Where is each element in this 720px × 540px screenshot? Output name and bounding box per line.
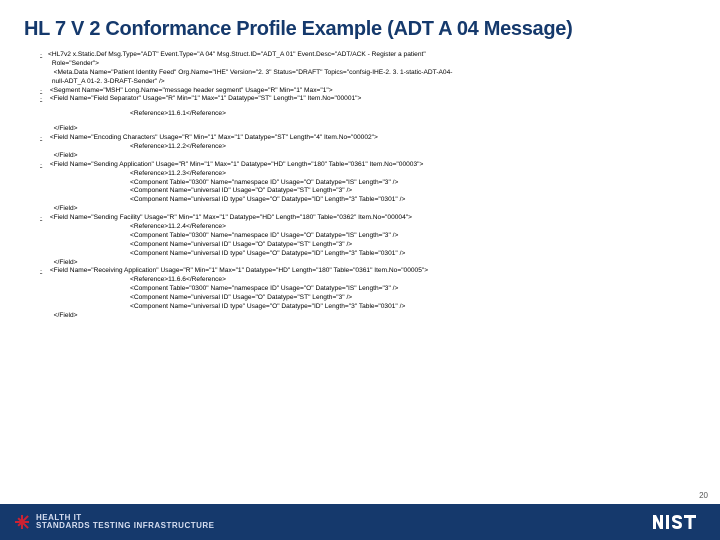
- xml-line: <Reference>11.2.4</Reference>: [40, 223, 690, 232]
- xml-line: <Component Name="universal ID" Usage="O"…: [40, 241, 690, 250]
- footer-text: HEALTH IT STANDARDS TESTING INFRASTRUCTU…: [36, 514, 215, 531]
- footer-bar: HEALTH IT STANDARDS TESTING INFRASTRUCTU…: [0, 504, 720, 540]
- xml-line: <Reference>11.6.1</Reference>: [40, 110, 690, 119]
- health-asterisk-icon: [14, 514, 30, 530]
- xml-line: </Field>: [40, 259, 690, 268]
- xml-line: <Component Name="universal ID type" Usag…: [40, 250, 690, 259]
- xml-line: <Component Table="0300" Name="namespace …: [40, 232, 690, 241]
- xml-line: </Field>: [40, 205, 690, 214]
- xml-listing: -<HL7v2 x.Static.Def Msg.Type="ADT" Even…: [0, 51, 720, 504]
- footer-left: HEALTH IT STANDARDS TESTING INFRASTRUCTU…: [14, 514, 215, 531]
- xml-line: <HL7v2 x.Static.Def Msg.Type="ADT" Event…: [48, 51, 426, 58]
- collapse-dash: -: [40, 95, 48, 104]
- xml-line: <Field Name="Encoding Characters" Usage=…: [48, 134, 378, 141]
- collapse-dash: -: [40, 87, 48, 96]
- collapse-dash: -: [40, 51, 48, 60]
- xml-line: <Field Name="Sending Application" Usage=…: [48, 161, 423, 168]
- xml-line: <Meta.Data Name="Patient Identity Feed" …: [40, 69, 690, 78]
- footer-line2: STANDARDS TESTING INFRASTRUCTURE: [36, 522, 215, 530]
- page-number: 20: [699, 491, 708, 500]
- xml-line: <Reference>11.2.2</Reference>: [40, 143, 690, 152]
- collapse-dash: -: [40, 267, 48, 276]
- xml-line: <Component Table="0300" Name="namespace …: [40, 285, 690, 294]
- xml-line: <Segment Name="MSH" Long.Name="message h…: [48, 87, 333, 94]
- xml-line: <Field Name="Field Separator" Usage="R" …: [48, 95, 361, 102]
- xml-line: </Field>: [40, 152, 690, 161]
- collapse-dash: -: [40, 134, 48, 143]
- xml-line: </Field>: [40, 312, 690, 321]
- xml-line: <Field Name="Receiving Application" Usag…: [48, 267, 428, 274]
- collapse-dash: -: [40, 161, 48, 170]
- xml-line: <Reference>11.6.6</Reference>: [40, 276, 690, 285]
- xml-line: <Component Name="universal ID" Usage="O"…: [40, 187, 690, 196]
- xml-line: <Component Table="0300" Name="namespace …: [40, 179, 690, 188]
- xml-line: <Component Name="universal ID" Usage="O"…: [40, 294, 690, 303]
- xml-line: <Component Name="universal ID type" Usag…: [40, 303, 690, 312]
- slide: HL 7 V 2 Conformance Profile Example (AD…: [0, 0, 720, 540]
- xml-line: null-ADT_A 01-2. 3-DRAFT-Sender" />: [40, 78, 690, 87]
- xml-line: <Field Name="Sending Facility" Usage="R"…: [48, 214, 412, 221]
- xml-line: <Reference>11.2.3</Reference>: [40, 170, 690, 179]
- xml-line: Role="Sender">: [40, 60, 690, 69]
- slide-title: HL 7 V 2 Conformance Profile Example (AD…: [0, 0, 720, 51]
- xml-line: <Component Name="universal ID type" Usag…: [40, 196, 690, 205]
- collapse-dash: -: [40, 214, 48, 223]
- nist-logo: [652, 513, 706, 531]
- xml-line: </Field>: [40, 125, 690, 134]
